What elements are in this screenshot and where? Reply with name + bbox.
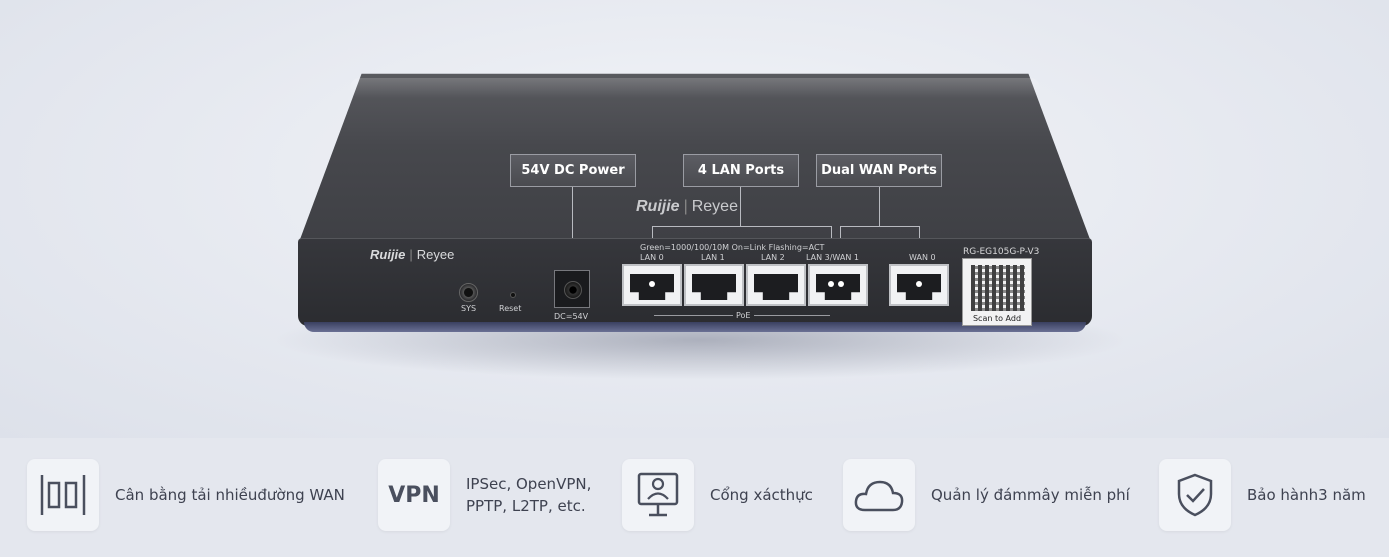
sys-label: SYS <box>461 304 477 313</box>
callout-power: 54V DC Power <box>510 154 636 187</box>
dc-power-port <box>554 270 590 308</box>
callout-line-lan <box>740 187 741 227</box>
led-lan0 <box>649 281 655 287</box>
led-legend: Green=1000/100/10M On=Link Flashing=ACT <box>640 243 825 252</box>
reset-button[interactable] <box>510 292 516 298</box>
vpn-icon: VPN <box>388 482 440 508</box>
lan-port-1 <box>684 264 744 306</box>
port-label-lan0: LAN 0 <box>640 253 664 262</box>
product-hero: Ruijie | Reyee 54V DC Power 4 LAN Ports Du… <box>0 0 1389 438</box>
feature-label-2b: PPTP, L2TP, etc. <box>466 497 586 515</box>
shield-check-icon <box>1177 473 1213 517</box>
feature-icon-box-1 <box>27 459 99 531</box>
device-top-sheen <box>350 78 1040 98</box>
port-label-wan0: WAN 0 <box>909 253 936 262</box>
feature-label-2a: IPSec, OpenVPN, <box>466 475 592 493</box>
features-bar: Cân bằng tải nhiềuđường WAN VPN IPSec, O… <box>0 438 1389 557</box>
front-logo: Ruijie | Reyee <box>370 247 455 262</box>
callout-wan: Dual WAN Ports <box>816 154 942 187</box>
top-logo: Ruijie | Reyee <box>636 198 738 215</box>
feature-label-1: Cân bằng tải nhiềuđường WAN <box>115 486 345 504</box>
feature-icon-box-4 <box>843 459 915 531</box>
led-wan0 <box>916 281 922 287</box>
reset-label: Reset <box>499 304 522 313</box>
feature-icon-box-3 <box>622 459 694 531</box>
port-label-lan2: LAN 2 <box>761 253 785 262</box>
feature-icon-box-5 <box>1159 459 1231 531</box>
callout-lan: 4 LAN Ports <box>683 154 799 187</box>
portal-kiosk-icon <box>637 472 679 517</box>
qr-label: Scan to Add <box>972 314 1022 323</box>
led-wan1 <box>838 281 844 287</box>
lan-port-2 <box>746 264 806 306</box>
poe-label: PoE <box>733 311 754 320</box>
callout-line-wan <box>879 187 880 227</box>
port-label-lan1: LAN 1 <box>701 253 725 262</box>
callout-bracket-wan <box>840 226 920 227</box>
feature-label-3: Cổng xácthực <box>710 486 813 504</box>
load-balance-icon <box>40 475 86 515</box>
sys-button[interactable] <box>459 283 478 302</box>
callout-bracket-lan <box>652 226 832 227</box>
cloud-icon <box>854 480 904 512</box>
dc-label: DC=54V <box>554 312 589 321</box>
model-label: RG-EG105G-P-V3 <box>963 247 1040 257</box>
feature-icon-box-2: VPN <box>378 459 450 531</box>
feature-label-4: Quản lý đámmây miễn phí <box>931 486 1130 504</box>
port-label-lan3-wan1: LAN 3/WAN 1 <box>806 253 859 262</box>
feature-label-5: Bảo hành3 năm <box>1247 486 1366 504</box>
qr-code-icon <box>971 265 1025 311</box>
qr-code-sticker: Scan to Add <box>962 258 1032 326</box>
led-lan3 <box>828 281 834 287</box>
